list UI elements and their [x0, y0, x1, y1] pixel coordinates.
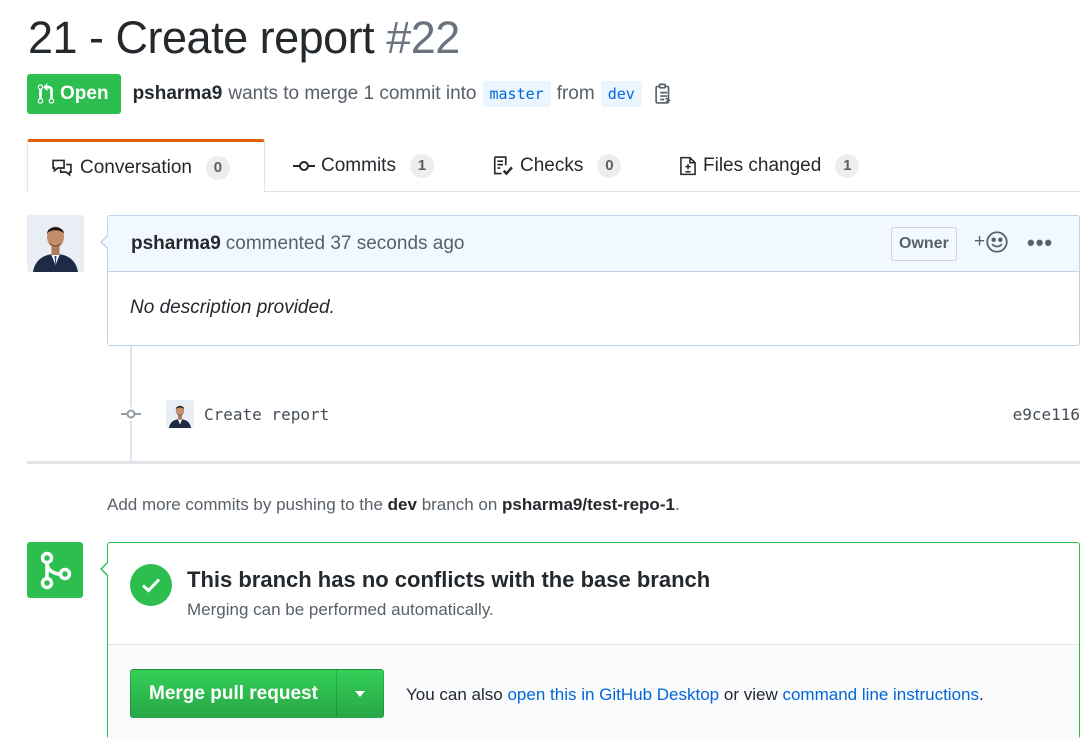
git-merge-icon — [40, 551, 72, 590]
merge-status-subtitle: Merging can be performed automatically. — [187, 600, 494, 619]
commit-item: Create report e9ce116 — [120, 396, 1080, 432]
timeline-divider — [27, 461, 1080, 464]
head-branch[interactable]: dev — [600, 81, 642, 107]
commit-message-link[interactable]: Create report — [204, 405, 329, 424]
tab-label: Conversation — [80, 156, 192, 178]
merge-status-title: This branch has no conflicts with the ba… — [187, 567, 711, 592]
comment-body: No description provided. — [130, 297, 335, 318]
checklist-icon — [493, 155, 513, 175]
tab-label: Commits — [321, 154, 396, 176]
commit-sha-link[interactable]: e9ce116 — [1013, 405, 1080, 424]
tab-label: Files changed — [703, 154, 822, 176]
pr-meta: Open psharma9 wants to merge 1 commit in… — [27, 74, 673, 114]
plus-text: + — [974, 231, 986, 252]
pr-number: #22 — [386, 12, 460, 63]
tab-counter: 0 — [597, 153, 622, 178]
merge-alternatives: You can also open this in GitHub Desktop… — [406, 685, 984, 705]
tab-counter: 1 — [835, 153, 860, 178]
state-label: Open — [60, 83, 109, 104]
alt-suffix: . — [979, 685, 984, 704]
merge-pull-request-button[interactable]: Merge pull request — [130, 669, 337, 718]
push-hint-branch: dev — [387, 495, 417, 514]
pr-author-link[interactable]: psharma9 — [133, 83, 223, 105]
tab-commits[interactable]: Commits 1 — [293, 139, 434, 192]
merge-status: This branch has no conflicts with the ba… — [108, 543, 1079, 645]
tab-counter: 0 — [205, 155, 230, 180]
file-diff-icon — [680, 156, 696, 175]
pr-title: 21 - Create report — [28, 12, 375, 63]
push-hint-suffix: . — [674, 495, 680, 514]
page-title: 21 - Create report #22 — [28, 12, 460, 64]
push-hint-middle: branch on — [421, 495, 498, 514]
push-hint-prefix: Add more commits by pushing to the — [107, 495, 383, 514]
add-reaction-button[interactable]: + — [974, 230, 1009, 254]
git-commit-icon — [293, 160, 315, 171]
check-circle-icon — [130, 564, 172, 606]
command-line-instructions-link[interactable]: command line instructions — [782, 685, 979, 704]
merge-description: wants to merge 1 commit into — [228, 83, 477, 104]
from-text: from — [556, 83, 595, 104]
commit-author-avatar[interactable] — [166, 400, 194, 428]
push-hint-repo: psharma9/test-repo-1 — [502, 495, 675, 514]
tab-checks[interactable]: Checks 0 — [492, 139, 622, 192]
triangle-down-icon — [354, 690, 365, 697]
comment-card: psharma9 commented 37 seconds ago Owner … — [100, 215, 1080, 346]
merge-button-group: Merge pull request — [130, 669, 384, 718]
alt-middle: or view — [723, 685, 778, 704]
git-commit-icon — [120, 407, 142, 421]
tab-label: Checks — [520, 154, 584, 176]
merge-method-dropdown[interactable] — [336, 669, 384, 718]
merge-box: This branch has no conflicts with the ba… — [100, 542, 1080, 739]
owner-label: Owner — [891, 227, 957, 261]
comment-timestamp[interactable]: commented 37 seconds ago — [226, 233, 465, 255]
state-badge: Open — [27, 74, 121, 114]
alt-prefix: You can also — [406, 685, 503, 704]
base-branch[interactable]: master — [482, 81, 551, 107]
tab-conversation[interactable]: Conversation 0 — [27, 139, 265, 193]
smiley-icon — [986, 231, 1008, 253]
tab-counter: 1 — [409, 153, 434, 178]
comment-discussion-icon — [52, 159, 72, 177]
more-options-button[interactable]: ••• — [1027, 230, 1053, 256]
github-desktop-link[interactable]: open this in GitHub Desktop — [507, 685, 719, 704]
pull-request-icon — [37, 83, 55, 104]
push-hint: Add more commits by pushing to the dev b… — [107, 495, 680, 515]
author-avatar[interactable] — [27, 215, 84, 272]
pr-tabs: Conversation 0 Commits 1 Checks 0 Files … — [27, 139, 1080, 193]
merge-status-icon-box — [27, 542, 83, 598]
tab-files-changed[interactable]: Files changed 1 — [679, 139, 860, 192]
comment-author-link[interactable]: psharma9 — [131, 233, 221, 255]
merge-actions: Merge pull request You can also open thi… — [108, 645, 1079, 739]
clipboard-copy-icon[interactable] — [653, 83, 673, 105]
